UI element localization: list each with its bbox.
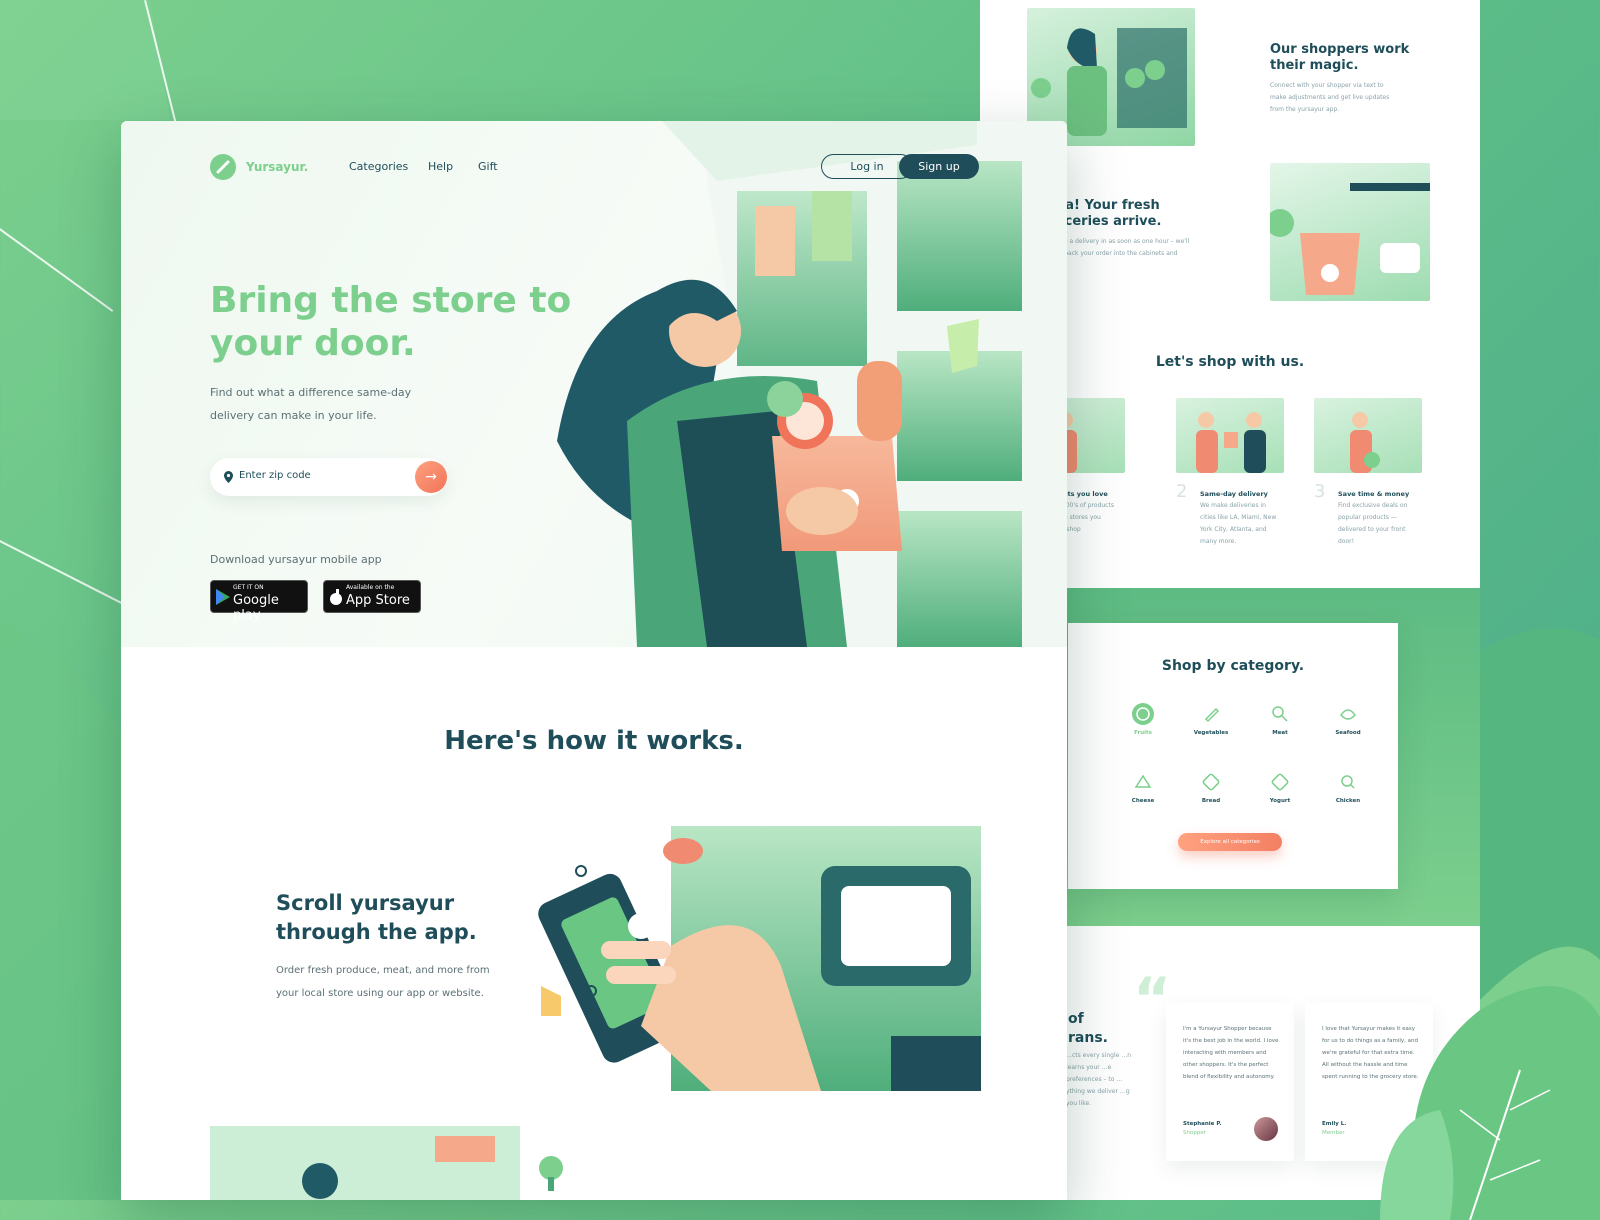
how-it-works-title: Here's how it works. bbox=[444, 726, 744, 756]
feature-text-3: Find exclusive deals on popular products… bbox=[1338, 502, 1408, 545]
category-label: Chicken bbox=[1335, 798, 1361, 804]
hero-illustration bbox=[557, 121, 1067, 647]
signup-button[interactable]: Sign up bbox=[899, 154, 979, 179]
category-label: Bread bbox=[1201, 798, 1221, 804]
hero-title: Bring the store to your door. bbox=[210, 280, 572, 364]
category-label: Seafood bbox=[1335, 730, 1361, 736]
testimonial-text: I'm a Yursayur Shopper because it's the … bbox=[1183, 1026, 1279, 1080]
step1-text: Order fresh produce, meat, and more from… bbox=[276, 965, 490, 999]
hero-section: Yursayur. Categories Help Gift Log in Si… bbox=[121, 121, 1067, 647]
feature-illustration-2 bbox=[1176, 398, 1284, 473]
explore-categories-button[interactable]: Explore all categories bbox=[1178, 833, 1282, 851]
veterans-title: of rans. bbox=[1068, 1011, 1108, 1046]
meat-icon bbox=[1272, 706, 1288, 722]
store-small-text: GET IT ON bbox=[233, 584, 264, 591]
google-play-icon bbox=[216, 589, 230, 605]
nav-link-gift[interactable]: Gift bbox=[478, 160, 498, 173]
brand-name[interactable]: Yursayur. bbox=[246, 160, 308, 174]
landing-page: Yursayur. Categories Help Gift Log in Si… bbox=[121, 121, 1067, 1200]
category-vegetables[interactable]: Vegetables bbox=[1181, 703, 1241, 736]
nav-link-help[interactable]: Help bbox=[428, 160, 453, 173]
arrow-right-icon: → bbox=[425, 469, 437, 485]
vegetables-icon bbox=[1204, 707, 1220, 723]
decor-line bbox=[0, 228, 114, 312]
money-figure bbox=[1350, 412, 1380, 473]
testimonial-card: I love that Yursayur makes it easy for u… bbox=[1305, 1003, 1433, 1161]
download-label: Download yursayur mobile app bbox=[210, 553, 382, 566]
veterans-text: …cts every single …n learns your …e pref… bbox=[1066, 1052, 1132, 1107]
feature-text-2: We make deliveries in cities like LA, Mi… bbox=[1200, 502, 1277, 545]
testimonial-role: Shopper bbox=[1183, 1130, 1206, 1136]
category-title: Shop by category. bbox=[1161, 658, 1305, 674]
shoppers-title: Our shoppers work their magic. bbox=[1270, 42, 1410, 73]
testimonial-name: Stephanie P. bbox=[1183, 1121, 1222, 1127]
location-pin-icon bbox=[224, 471, 233, 483]
shoppers-text: Connect with your shopper via text to ma… bbox=[1270, 82, 1390, 113]
feature-num-3: 3 bbox=[1314, 481, 1326, 502]
category-chicken[interactable]: Chicken bbox=[1318, 771, 1378, 804]
feature-illustration-3 bbox=[1314, 398, 1422, 473]
zip-input[interactable]: Enter zip code bbox=[239, 470, 311, 481]
step1-title: Scroll yursayur through the app. bbox=[276, 891, 477, 944]
category-label: Cheese bbox=[1131, 798, 1155, 804]
category-card: Shop by category. Fruits Vegetables Meat… bbox=[1068, 623, 1398, 889]
category-fruits[interactable]: Fruits bbox=[1113, 703, 1173, 736]
app-store-button[interactable]: Available on the App Store bbox=[323, 580, 421, 613]
fruits-icon bbox=[1132, 703, 1154, 725]
category-seafood[interactable]: Seafood bbox=[1318, 703, 1378, 736]
decor-line bbox=[144, 0, 178, 127]
brand-logo-icon[interactable] bbox=[210, 154, 236, 180]
zip-search: Enter zip code → bbox=[210, 458, 447, 496]
feature-num-2: 2 bbox=[1176, 481, 1188, 502]
avatar bbox=[1254, 1117, 1278, 1141]
testimonial-name: Emily L. bbox=[1322, 1121, 1347, 1127]
broccoli-icon bbox=[539, 1156, 563, 1191]
google-play-button[interactable]: GET IT ON Google play bbox=[210, 580, 308, 623]
store-big-text: Google play bbox=[233, 593, 279, 623]
testimonial-text: I love that Yursayur makes it easy for u… bbox=[1322, 1026, 1419, 1080]
category-label: Yogurt bbox=[1269, 798, 1291, 804]
decor-line bbox=[0, 540, 125, 606]
category-yogurt[interactable]: Yogurt bbox=[1250, 771, 1310, 804]
chicken-icon bbox=[1341, 775, 1355, 789]
phone-app-illustration bbox=[538, 826, 981, 1091]
category-label: Vegetables bbox=[1193, 730, 1229, 736]
nav-link-categories[interactable]: Categories bbox=[349, 160, 408, 173]
delivery-illustration bbox=[1270, 163, 1430, 301]
yogurt-icon bbox=[1271, 773, 1289, 791]
testimonial-role: Member bbox=[1322, 1130, 1345, 1136]
two-people-figure bbox=[1196, 412, 1266, 473]
category-meat[interactable]: Meat bbox=[1250, 703, 1310, 736]
category-bread[interactable]: Bread bbox=[1181, 771, 1241, 804]
bread-icon bbox=[1202, 773, 1220, 791]
store-big-text: App Store bbox=[346, 593, 410, 608]
shopper-partial-illustration bbox=[210, 1126, 520, 1200]
cheese-icon bbox=[1134, 774, 1152, 788]
store-small-text: Available on the bbox=[346, 584, 395, 591]
category-label: Meat bbox=[1272, 730, 1288, 736]
testimonial-card: I'm a Yursayur Shopper because it's the … bbox=[1166, 1003, 1294, 1161]
category-label: Fruits bbox=[1134, 730, 1152, 736]
submit-arrow-button[interactable]: → bbox=[415, 461, 447, 493]
hero-subtitle: Find out what a difference same-day deli… bbox=[210, 386, 412, 422]
seafood-icon bbox=[1340, 709, 1356, 720]
grocery-bag-figure bbox=[1270, 183, 1430, 295]
apple-icon bbox=[330, 589, 342, 605]
category-cheese[interactable]: Cheese bbox=[1113, 771, 1173, 804]
